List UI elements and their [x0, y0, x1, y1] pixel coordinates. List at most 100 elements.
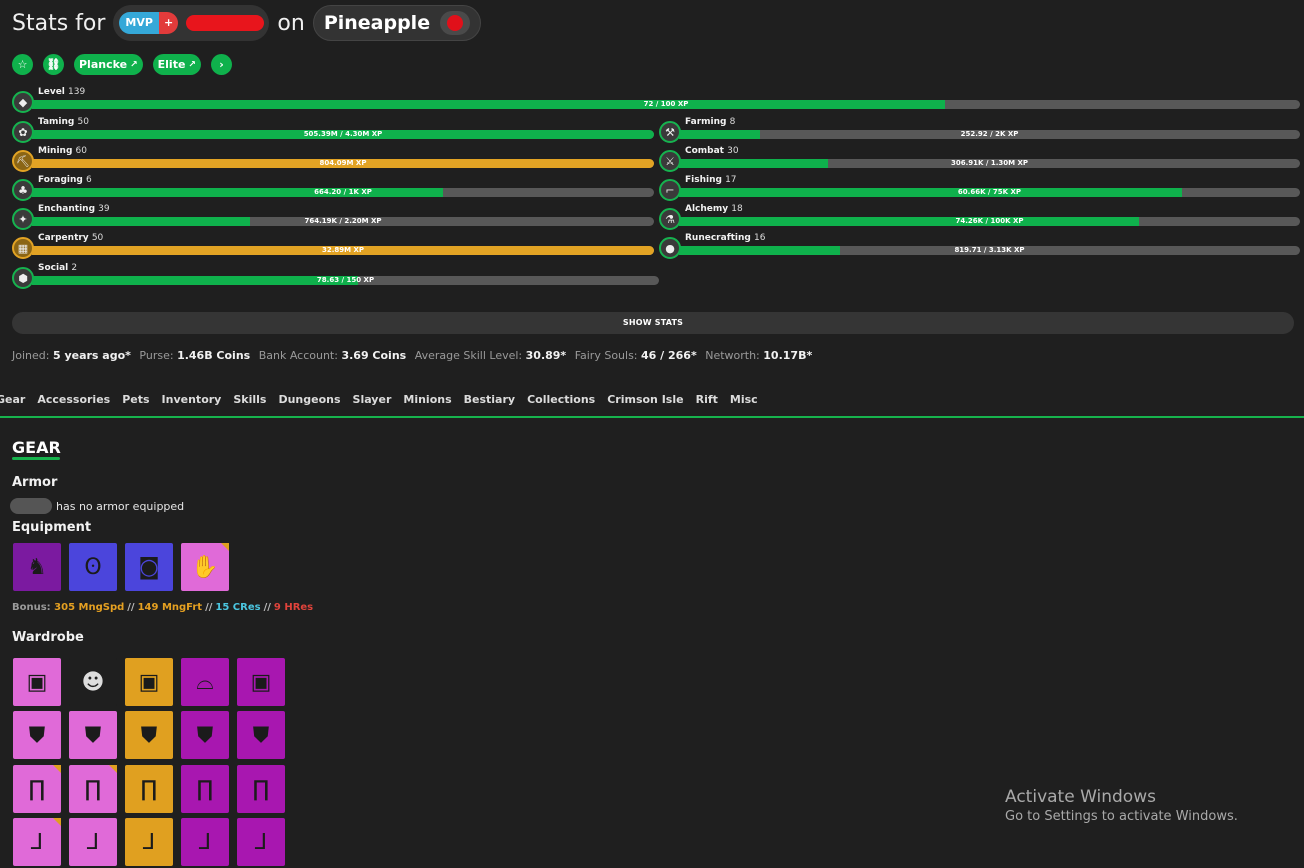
pickaxe-icon: ⛏: [12, 150, 34, 172]
level-xp-text: 72 / 100 XP: [643, 100, 689, 108]
necklace-icon: ʘ: [84, 554, 102, 580]
tab-crimson-isle[interactable]: Crimson Isle: [607, 393, 683, 406]
wardrobe-boots[interactable]: ⅃: [125, 818, 173, 866]
mask-icon: ☻: [81, 669, 105, 695]
wardrobe-leggings[interactable]: ∏: [69, 765, 117, 813]
leggings-icon: ∏: [140, 776, 158, 802]
tab-pets[interactable]: Pets: [122, 393, 149, 406]
skill-farming: ⚒ Farming 8 252.92 / 2K XP: [659, 117, 1300, 143]
networth-value: 10.17B*: [763, 349, 813, 362]
tab-rift[interactable]: Rift: [696, 393, 718, 406]
wardrobe-leggings[interactable]: ∏: [125, 765, 173, 813]
tab-skills[interactable]: Skills: [233, 393, 266, 406]
redacted-player-name: [186, 15, 265, 31]
profile-selector[interactable]: Pineapple: [312, 5, 481, 41]
player-pill[interactable]: MVP +: [113, 5, 270, 41]
wardrobe-boots[interactable]: ⅃: [13, 818, 61, 866]
sapling-icon: ♣: [12, 179, 34, 201]
wardrobe-leggings[interactable]: ∏: [237, 765, 285, 813]
tab-accessories[interactable]: Accessories: [37, 393, 110, 406]
skill-xp-text: 252.92 / 2K XP: [960, 130, 1019, 138]
chestplate-icon: ⛊: [196, 722, 214, 748]
equipment-slot-belt[interactable]: ◙: [125, 543, 173, 591]
skill-alchemy: ⚗ Alchemy 18 74.26K / 100K XP: [659, 204, 1300, 230]
gear-heading: GEAR: [12, 438, 61, 457]
tab-gear[interactable]: Gear: [0, 393, 25, 406]
level-bar: ◆ Level 139 72 / 100 XP: [12, 87, 1300, 113]
profile-stats-line: Joined: 5 years ago* Purse: 1.46B Coins …: [12, 349, 813, 362]
wardrobe-chestplate[interactable]: ⛊: [237, 711, 285, 759]
tab-misc[interactable]: Misc: [730, 393, 758, 406]
helmet-icon: ⌓: [196, 669, 214, 695]
link-icon: ⛓: [46, 58, 61, 71]
tab-dungeons[interactable]: Dungeons: [278, 393, 340, 406]
wardrobe-chestplate[interactable]: ⛊: [69, 711, 117, 759]
fishing-rod-icon: ⌐: [659, 179, 681, 201]
rank-main: MVP: [119, 12, 159, 34]
skill-fishing: ⌐ Fishing 17 60.66K / 75K XP: [659, 175, 1300, 201]
skill-taming: ✿ Taming 50 505.39M / 4.30M XP: [12, 117, 654, 143]
skill-xp-text: 74.26K / 100K XP: [955, 217, 1024, 225]
chestplate-icon: ⛊: [252, 722, 270, 748]
favorite-button[interactable]: ☆: [12, 54, 33, 75]
stats-for-label: Stats for: [12, 10, 106, 36]
skill-xp-text: 819.71 / 3.13K XP: [954, 246, 1025, 254]
tab-slayer[interactable]: Slayer: [353, 393, 392, 406]
belt-icon: ◙: [138, 554, 160, 580]
boots-icon: ⅃: [30, 829, 44, 855]
page-header: Stats for MVP + on Pineapple: [12, 5, 481, 41]
copy-link-button[interactable]: ⛓: [43, 54, 64, 75]
wardrobe-helmet[interactable]: ⌓: [181, 658, 229, 706]
taming-icon: ✿: [12, 121, 34, 143]
equipment-slot-cloak[interactable]: ♞: [13, 543, 61, 591]
fairy-souls-value: 46 / 266*: [641, 349, 697, 362]
wardrobe-helmet[interactable]: ☻: [69, 658, 117, 706]
plancke-button[interactable]: Plancke ↗: [74, 54, 143, 75]
skill-social: ⬢ Social 2 78.63 / 150 XP: [12, 263, 659, 289]
wardrobe-chestplate[interactable]: ⛊: [181, 711, 229, 759]
chevron-right-icon: ›: [219, 58, 224, 71]
helmet-icon: ▣: [26, 669, 48, 695]
hoe-icon: ⚒: [659, 121, 681, 143]
gear-heading-underline: [12, 457, 60, 460]
no-armor-message: has no armor equipped: [10, 498, 184, 514]
tab-bestiary[interactable]: Bestiary: [464, 393, 515, 406]
more-button[interactable]: ›: [210, 54, 232, 75]
wardrobe-boots[interactable]: ⅃: [69, 818, 117, 866]
skill-runecrafting: ● Runecrafting 16 819.71 / 3.13K XP: [659, 233, 1300, 259]
skill-combat: ⚔ Combat 30 306.91K / 1.30M XP: [659, 146, 1300, 172]
equipment-slot-gloves[interactable]: ✋: [181, 543, 229, 591]
rank-plus: +: [158, 12, 179, 34]
skill-enchanting: ✦ Enchanting 39 764.19K / 2.20M XP: [12, 204, 654, 230]
external-link-icon: ↗: [188, 59, 196, 70]
wardrobe-helmet[interactable]: ▣: [125, 658, 173, 706]
wardrobe-leggings[interactable]: ∏: [13, 765, 61, 813]
wardrobe-helmet[interactable]: ▣: [13, 658, 61, 706]
wardrobe-leggings[interactable]: ∏: [181, 765, 229, 813]
profile-name: Pineapple: [323, 12, 431, 34]
tab-minions[interactable]: Minions: [403, 393, 451, 406]
tab-collections[interactable]: Collections: [527, 393, 595, 406]
rank-badge: MVP +: [119, 12, 179, 34]
boots-icon: ⅃: [142, 829, 156, 855]
tab-divider: [0, 416, 1304, 418]
wardrobe-boots[interactable]: ⅃: [181, 818, 229, 866]
helmet-icon: ▣: [250, 669, 272, 695]
wardrobe-helmet[interactable]: ▣: [237, 658, 285, 706]
wardrobe-chestplate[interactable]: ⛊: [13, 711, 61, 759]
boots-icon: ⅃: [86, 829, 100, 855]
external-link-icon: ↗: [130, 59, 138, 70]
tab-inventory[interactable]: Inventory: [162, 393, 222, 406]
equipment-slot-necklace[interactable]: ʘ: [69, 543, 117, 591]
skill-xp-text: 78.63 / 150 XP: [316, 276, 375, 284]
elite-button[interactable]: Elite ↗: [152, 54, 201, 75]
skill-foraging: ♣ Foraging 6 664.20 / 1K XP: [12, 175, 654, 201]
skill-xp-text: 60.66K / 75K XP: [957, 188, 1022, 196]
level-value: 139: [68, 87, 86, 97]
wardrobe-boots[interactable]: ⅃: [237, 818, 285, 866]
avg-skill-value: 30.89*: [525, 349, 567, 362]
redacted-player-name: [10, 498, 52, 514]
skill-mining: ⛏ Mining 60 804.09M XP: [12, 146, 654, 172]
show-stats-button[interactable]: SHOW STATS: [12, 312, 1294, 334]
wardrobe-chestplate[interactable]: ⛊: [125, 711, 173, 759]
